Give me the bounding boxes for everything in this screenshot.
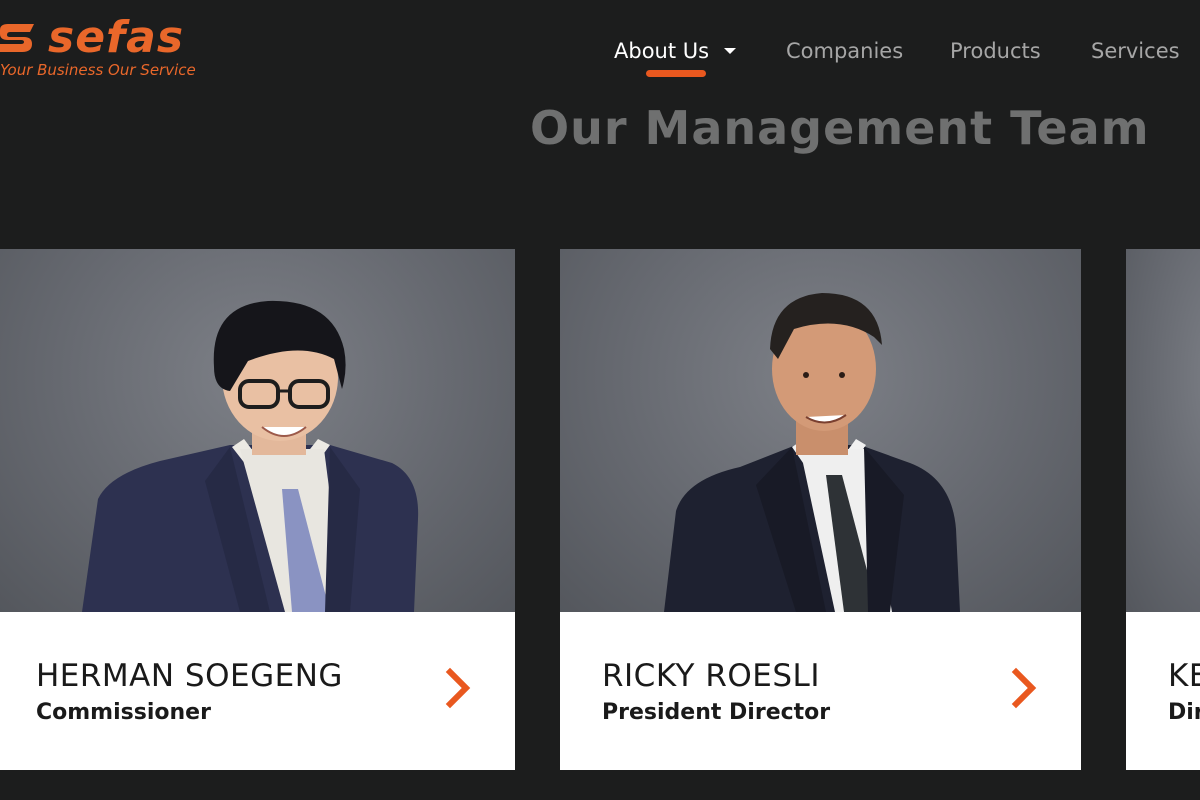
team-card[interactable]: HERMAN SOEGENG Commissioner <box>0 249 515 770</box>
team-member-info: KE Dir <box>1126 612 1200 770</box>
team-member-info: HERMAN SOEGENG Commissioner <box>0 612 515 770</box>
chevron-down-icon[interactable] <box>724 48 736 54</box>
page: sefas Your Business Our Service About Us… <box>0 0 1200 800</box>
team-member-name: HERMAN SOEGENG <box>36 658 343 694</box>
chevron-right-icon[interactable] <box>444 666 474 710</box>
nav-item-products[interactable]: Products <box>950 36 1041 66</box>
team-member-photo <box>0 249 515 612</box>
nav-item-companies[interactable]: Companies <box>786 36 903 66</box>
team-member-role: President Director <box>602 700 831 725</box>
team-member-role: Commissioner <box>36 700 211 725</box>
team-member-photo <box>1126 249 1200 612</box>
team-member-name: RICKY ROESLI <box>602 658 820 694</box>
team-member-photo <box>560 249 1081 612</box>
chevron-right-icon[interactable] <box>1010 666 1040 710</box>
main-nav: About Us Companies Products Services <box>0 36 1200 77</box>
team-member-role: Dir <box>1168 700 1200 725</box>
section-title: Our Management Team <box>530 101 1150 155</box>
nav-item-about-us[interactable]: About Us <box>614 36 709 66</box>
team-card[interactable]: KE Dir <box>1126 249 1200 770</box>
team-card[interactable]: RICKY ROESLI President Director <box>560 249 1081 770</box>
nav-active-indicator <box>646 70 706 77</box>
nav-item-services[interactable]: Services <box>1091 36 1180 66</box>
team-member-info: RICKY ROESLI President Director <box>560 612 1081 770</box>
team-member-name: KE <box>1168 658 1200 694</box>
